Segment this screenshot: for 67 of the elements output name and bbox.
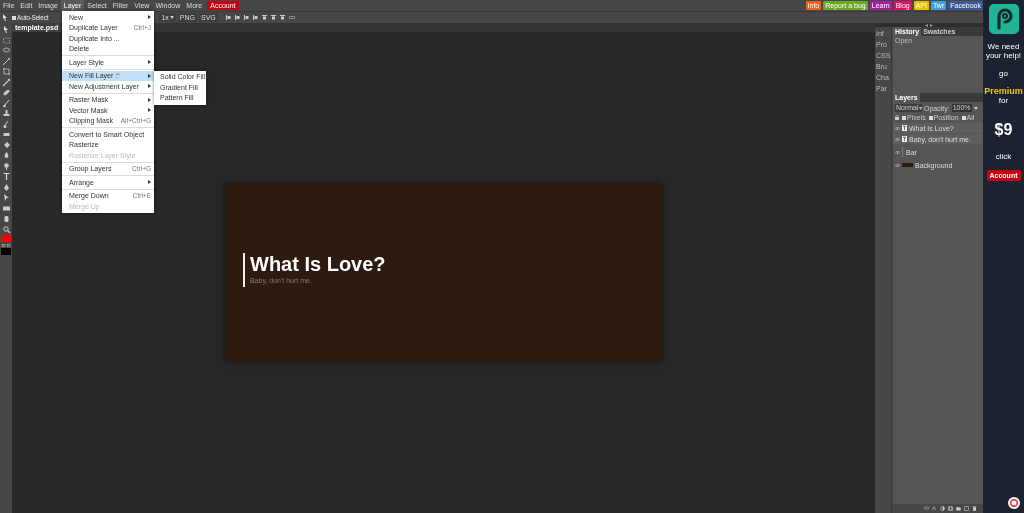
swap-colors-icon[interactable] — [1, 243, 11, 247]
align-icon[interactable] — [225, 15, 231, 20]
distribute-icon[interactable] — [279, 15, 285, 20]
trash-icon[interactable] — [972, 506, 977, 511]
ad-text: We need your help! — [984, 42, 1023, 60]
dropdown-arrow-icon[interactable] — [973, 106, 978, 110]
app-logo-icon[interactable] — [988, 4, 1019, 34]
ad-text: $9 — [994, 120, 1013, 140]
distribute-icon[interactable] — [261, 15, 267, 20]
new-layer-icon[interactable] — [964, 506, 969, 511]
move-tool-icon[interactable] — [2, 14, 8, 21]
chat-bubble-icon[interactable] — [1008, 497, 1020, 509]
type-tool-icon[interactable] — [1, 172, 11, 181]
ad-text: go — [998, 69, 1009, 78]
checkbox[interactable] — [12, 15, 16, 20]
effects-icon[interactable] — [932, 506, 937, 511]
lasso-tool-icon[interactable] — [1, 46, 11, 55]
submenu-arrow-icon[interactable] — [148, 73, 151, 78]
align-icon[interactable] — [243, 15, 249, 20]
marquee-tool-icon[interactable] — [1, 35, 11, 45]
submenu-arrow-icon[interactable] — [148, 60, 151, 65]
layer-thumbnail-icon[interactable] — [902, 163, 913, 167]
eye-icon[interactable] — [895, 126, 900, 130]
caret-icon[interactable] — [918, 106, 922, 110]
zoom-tool-icon[interactable] — [1, 224, 11, 234]
canvas-title: What Is Love? — [250, 252, 386, 275]
submenu-arrow-icon[interactable] — [148, 180, 151, 185]
lock-icon[interactable] — [895, 115, 899, 120]
eraser-tool-icon[interactable] — [1, 130, 11, 139]
foreground-color-swatch[interactable] — [1, 235, 11, 242]
arrow-tool-icon[interactable] — [1, 25, 11, 34]
hand-tool-icon[interactable] — [1, 214, 11, 223]
eye-icon[interactable] — [895, 163, 900, 167]
eye-icon[interactable] — [895, 150, 900, 154]
submenu-arrow-icon[interactable] — [148, 84, 151, 89]
submenu-arrow-icon[interactable] — [148, 97, 151, 102]
checkbox[interactable] — [928, 115, 933, 120]
pen-tool-icon[interactable] — [1, 182, 11, 192]
history-brush-tool-icon[interactable] — [1, 119, 11, 129]
path-select-tool-icon[interactable] — [1, 193, 11, 202]
background-color-swatch[interactable] — [1, 248, 11, 255]
folder-icon[interactable] — [956, 506, 961, 511]
eye-icon[interactable] — [895, 137, 900, 141]
ad-text: Premium — [984, 87, 1023, 96]
link-icon[interactable] — [924, 506, 929, 511]
text-layer-thumbnail-icon[interactable] — [902, 125, 907, 131]
checkbox[interactable] — [902, 115, 906, 120]
link-icon[interactable] — [288, 16, 295, 19]
stamp-tool-icon[interactable] — [1, 109, 11, 118]
mask-icon[interactable] — [948, 506, 953, 511]
submenu-arrow-icon[interactable] — [148, 15, 151, 20]
submenu-arrow-icon[interactable] — [148, 108, 151, 113]
ad-text: click — [994, 152, 1013, 161]
bandage-tool-icon[interactable] — [1, 88, 11, 97]
caret-icon[interactable] — [169, 16, 174, 19]
eyedropper-tool-icon[interactable] — [1, 77, 11, 87]
brush-tool-icon[interactable] — [1, 98, 11, 108]
dodge-tool-icon[interactable] — [1, 161, 11, 171]
align-icon[interactable] — [252, 15, 258, 20]
align-icon[interactable] — [234, 15, 240, 20]
checkbox[interactable] — [961, 115, 966, 120]
crop-tool-icon[interactable] — [1, 67, 11, 76]
wand-tool-icon[interactable] — [1, 56, 11, 66]
distribute-icon[interactable] — [270, 15, 276, 20]
adjustment-icon[interactable] — [940, 506, 945, 511]
text-layer-thumbnail-icon[interactable] — [902, 136, 907, 142]
ad-text: for — [997, 96, 1010, 105]
